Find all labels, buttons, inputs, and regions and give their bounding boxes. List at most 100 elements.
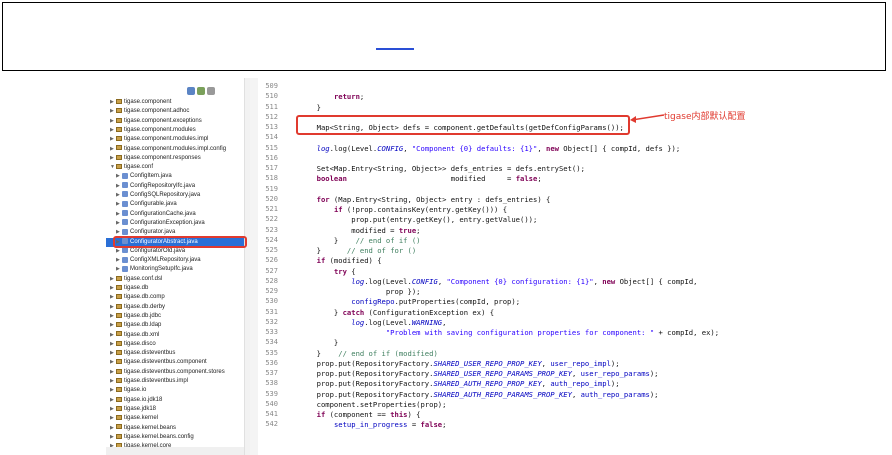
- package-icon: [116, 415, 122, 421]
- line-number: 530: [265, 297, 278, 306]
- code-line[interactable]: log.log(Level.WARNING,: [282, 318, 446, 327]
- code-line[interactable]: if (component == this) {: [282, 410, 421, 419]
- tree-item-label: Configurable.java: [130, 201, 177, 208]
- code-line[interactable]: } // end of for (): [282, 246, 417, 255]
- tree-package-item[interactable]: ▶ tigase.disco: [106, 340, 244, 349]
- line-number: 514: [265, 133, 278, 142]
- tree-item-label: tigase.disteventbus.component: [124, 359, 207, 366]
- line-number: 519: [265, 184, 278, 193]
- code-line[interactable]: log.log(Level.CONFIG, "Component {0} con…: [282, 277, 697, 286]
- line-number: 533: [265, 328, 278, 336]
- code-line[interactable]: }: [282, 103, 321, 112]
- tree-file-item[interactable]: ▶ ConfiguratorOld.java: [106, 247, 244, 256]
- tree-package-item[interactable]: ▶ tigase.jdk18: [106, 405, 244, 414]
- code-line[interactable]: "Problem with saving configuration prope…: [282, 328, 719, 337]
- tree-package-item[interactable]: ▶ tigase.component.exceptions: [106, 117, 244, 126]
- tree-file-item[interactable]: ▶ ConfigurationException.java: [106, 219, 244, 228]
- tree-package-item[interactable]: ▶ tigase.component.responses: [106, 154, 244, 163]
- code-line[interactable]: prop.put(RepositoryFactory.SHARED_USER_R…: [282, 359, 620, 368]
- tree-file-item[interactable]: ▶ Configurable.java: [106, 200, 244, 209]
- code-line[interactable]: } // end of if (modified): [282, 349, 438, 358]
- tree-package-item[interactable]: ▶ tigase.disteventbus.component: [106, 358, 244, 367]
- collapse-icon[interactable]: [187, 87, 195, 95]
- code-line[interactable]: Set<Map.Entry<String, Object>> defs_entr…: [282, 164, 585, 173]
- tree-package-item[interactable]: ▶ tigase.disteventbus: [106, 349, 244, 358]
- line-number: 526: [265, 256, 278, 265]
- line-number: 515: [265, 143, 278, 152]
- code-line[interactable]: if (!prop.containsKey(entry.getKey())) {: [282, 205, 507, 214]
- tree-package-item[interactable]: ▶ tigase.component.modules.impl: [106, 135, 244, 144]
- tree-package-item[interactable]: ▶ tigase.db.comp: [106, 293, 244, 302]
- editor-gutter: [250, 78, 258, 455]
- tree-package-item[interactable]: ▶ tigase.kernel.beans: [106, 424, 244, 433]
- explorer-toolbar: [187, 80, 217, 99]
- tree-package-item[interactable]: ▶ tigase.disteventbus.impl: [106, 377, 244, 386]
- tree-item-label: tigase.component.modules.impl.config: [124, 145, 227, 152]
- java-file-icon: [122, 191, 128, 198]
- code-line[interactable]: try {: [282, 267, 356, 276]
- tree-package-item[interactable]: ▶ tigase.db: [106, 284, 244, 293]
- tree-package-item[interactable]: ▶ tigase.conf.dsl: [106, 275, 244, 284]
- code-line[interactable]: prop.put(entry.getKey(), entry.getValue(…: [282, 215, 537, 224]
- package-icon: [116, 396, 122, 402]
- line-number: 520: [265, 194, 278, 203]
- tree-file-item[interactable]: ▶ ConfigItem.java: [106, 172, 244, 181]
- code-line[interactable]: } catch (ConfigurationException ex) {: [282, 308, 494, 317]
- code-line[interactable]: log.log(Level.CONFIG, "Component {0} def…: [282, 144, 681, 153]
- tree-file-item[interactable]: ▶ ConfigSQLRepository.java: [106, 191, 244, 200]
- code-line[interactable]: modified = true;: [282, 226, 420, 235]
- package-icon: [116, 377, 122, 383]
- link-icon[interactable]: [197, 87, 205, 95]
- tree-item-label: tigase.kernel.beans.config: [124, 433, 194, 440]
- tree-package-item[interactable]: ▶ tigase.component.adhoc: [106, 107, 244, 116]
- tree-package-item[interactable]: ▶ tigase.db.ldap: [106, 321, 244, 330]
- tree-package-item[interactable]: ▶ tigase.db.xml: [106, 331, 244, 340]
- code-line[interactable]: prop.put(RepositoryFactory.SHARED_AUTH_R…: [282, 390, 659, 399]
- link-underline[interactable]: [376, 48, 414, 50]
- tree-package-item[interactable]: ▶ tigase.db.derby: [106, 303, 244, 312]
- code-line[interactable]: setup_in_progress = false;: [282, 420, 447, 429]
- tree-item-label: tigase.db: [124, 285, 149, 291]
- code-line[interactable]: } // end of if (): [282, 236, 421, 245]
- tree-package-item[interactable]: ▶ tigase.disteventbus.component.stores: [106, 368, 244, 377]
- tree-file-item[interactable]: ▶ ConfigRepositoryIfc.java: [106, 182, 244, 191]
- tree-package-item[interactable]: ▶ tigase.component.modules: [106, 126, 244, 135]
- tree-package-item[interactable]: ▶ tigase.component.modules.impl.config: [106, 145, 244, 154]
- tree-package-item[interactable]: ▶ tigase.kernel: [106, 414, 244, 423]
- code-line[interactable]: for (Map.Entry<String, Object> entry : d…: [282, 195, 551, 204]
- package-icon: [116, 433, 122, 439]
- tree-package-item[interactable]: ▶ tigase.component: [106, 98, 244, 107]
- code-line[interactable]: prop.put(RepositoryFactory.SHARED_AUTH_R…: [282, 379, 620, 388]
- tree-item-label: tigase.db.comp: [124, 294, 165, 301]
- code-line[interactable]: configRepo.putProperties(compId, prop);: [282, 297, 520, 306]
- code-line[interactable]: boolean modified = false;: [282, 174, 542, 183]
- code-line[interactable]: return;: [282, 92, 364, 101]
- tree-item-label: tigase.conf: [124, 164, 154, 171]
- tree-item-label: tigase.disteventbus: [124, 350, 176, 357]
- code-line[interactable]: component.setProperties(prop);: [282, 400, 447, 409]
- code-line[interactable]: }: [282, 338, 338, 347]
- selected-file-box: [113, 236, 247, 248]
- line-number: 528: [265, 276, 278, 285]
- code-line[interactable]: if (modified) {: [282, 256, 382, 265]
- menu-icon[interactable]: [207, 87, 215, 95]
- tree-package-item[interactable]: ▶ tigase.kernel.beans.config: [106, 433, 244, 442]
- package-icon: [116, 312, 122, 318]
- code-line[interactable]: prop.put(RepositoryFactory.SHARED_USER_R…: [282, 369, 659, 378]
- tree-file-item[interactable]: ▶ MonitoringSetupIfc.java: [106, 265, 244, 274]
- line-number: 535: [265, 348, 278, 357]
- tree-package-item[interactable]: ▼ tigase.conf: [106, 163, 244, 172]
- code-line[interactable]: prop });: [282, 287, 421, 296]
- tree-package-item[interactable]: ▶ tigase.io: [106, 386, 244, 395]
- tree-file-item[interactable]: ▶ ConfigXMLRepository.java: [106, 256, 244, 265]
- line-number: 510: [265, 92, 278, 101]
- line-number: 541: [265, 410, 278, 418]
- package-icon: [116, 164, 122, 170]
- tree-package-item[interactable]: ▶ tigase.db.jdbc: [106, 312, 244, 321]
- tree-file-item[interactable]: ▶ ConfigurationCache.java: [106, 210, 244, 219]
- tree-item-label: ConfigRepositoryIfc.java: [130, 182, 196, 189]
- tree-package-item[interactable]: ▶ tigase.io.jdk18: [106, 396, 244, 405]
- tree-item-label: Configurator.java: [130, 229, 176, 236]
- java-file-icon: [122, 228, 128, 235]
- tree-item-label: ConfiguratorOld.java: [130, 247, 186, 254]
